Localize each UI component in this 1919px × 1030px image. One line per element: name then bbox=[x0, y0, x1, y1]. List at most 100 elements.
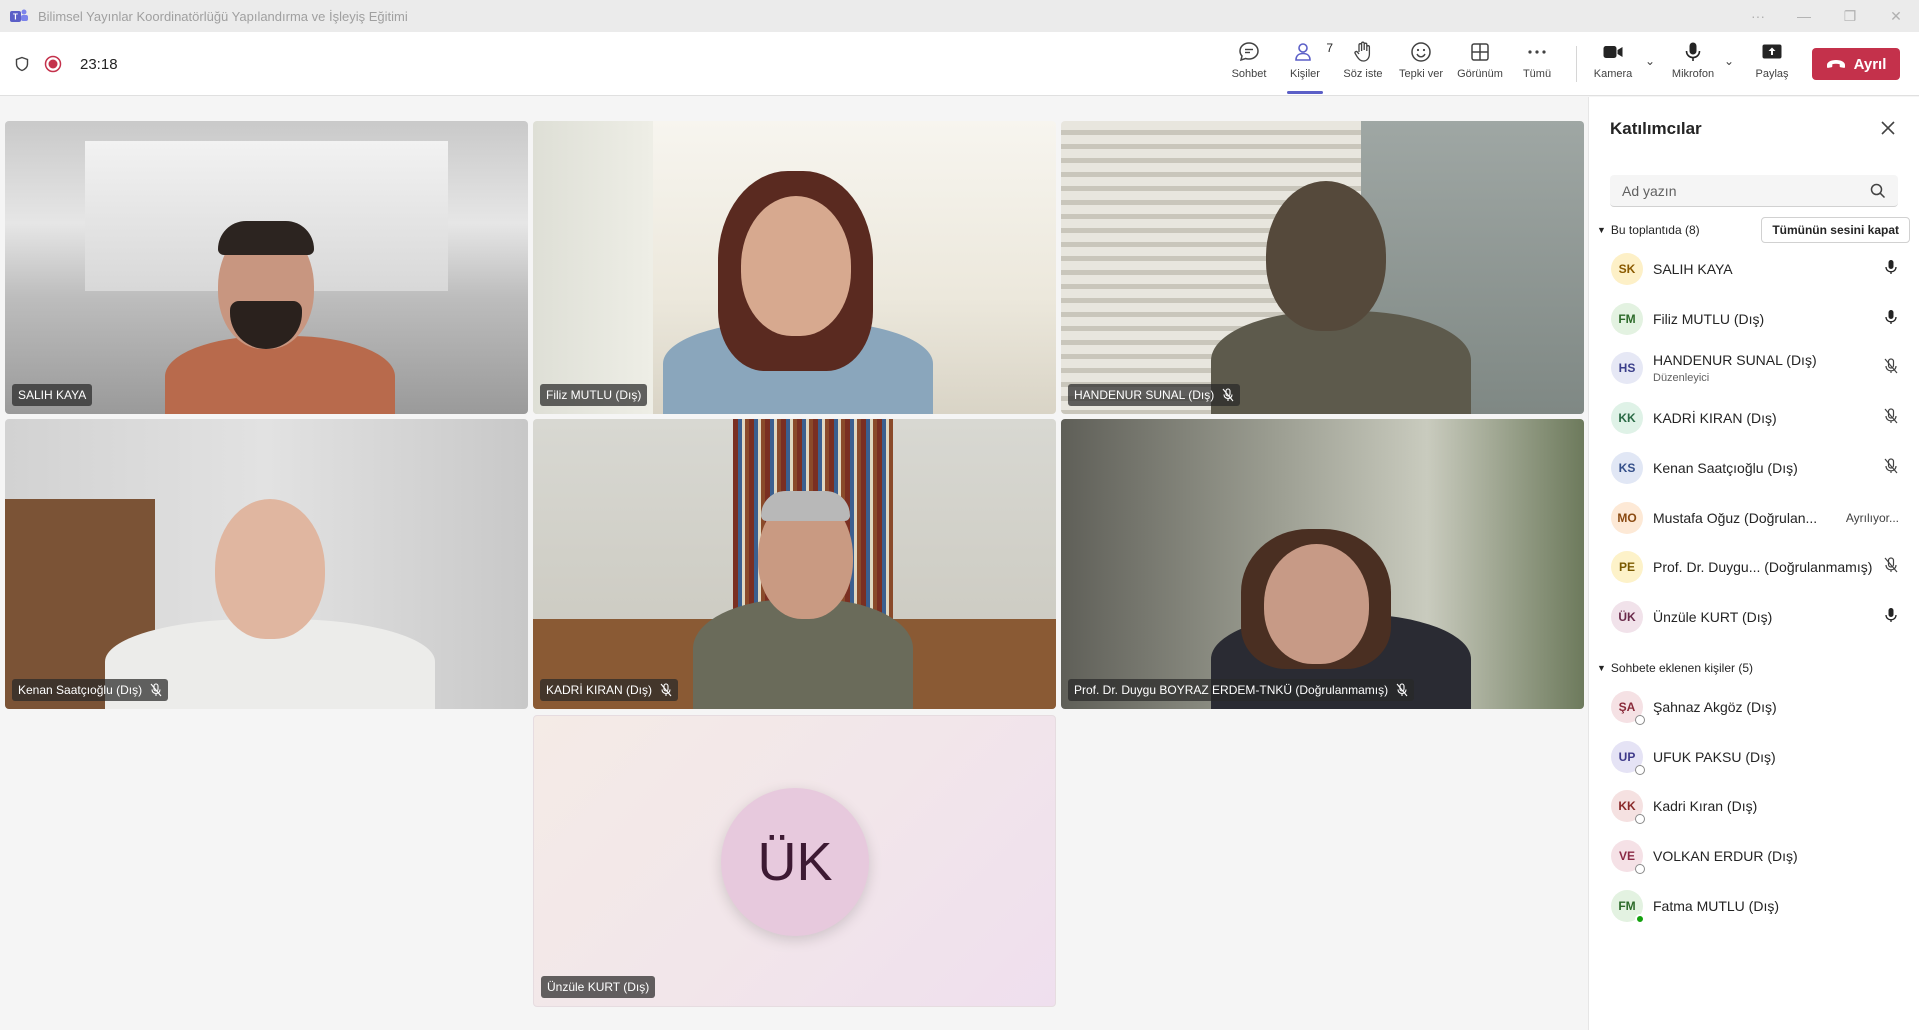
participant-row[interactable]: SK SALIH KAYA bbox=[1589, 247, 1919, 291]
toolbar-separator bbox=[1576, 46, 1577, 82]
raise-hand-icon bbox=[1354, 41, 1371, 62]
participant-row[interactable]: ŞA Şahnaz Akgöz (Dış) bbox=[1589, 685, 1919, 729]
participant-name: Ünzüle KURT (Dış) bbox=[547, 980, 650, 994]
grid-view-icon bbox=[1471, 43, 1489, 61]
view-button[interactable]: Görünüm bbox=[1455, 40, 1505, 90]
svg-text:T: T bbox=[13, 13, 18, 22]
minimize-button[interactable]: — bbox=[1781, 0, 1827, 32]
presence-status-icon bbox=[1635, 715, 1645, 725]
participant-name-tag: Filiz MUTLU (Dış) bbox=[540, 384, 648, 406]
microphone-label: Mikrofon bbox=[1671, 68, 1715, 80]
participant-row[interactable]: HS HANDENUR SUNAL (Dış) Düzenleyici bbox=[1589, 346, 1919, 390]
chat-label: Sohbet bbox=[1231, 68, 1267, 80]
participant-name: Mustafa Oğuz (Doğrulan... bbox=[1653, 509, 1818, 526]
view-label: Görünüm bbox=[1457, 68, 1503, 80]
participant-name: Kenan Saatçıoğlu (Dış) bbox=[18, 683, 143, 697]
participant-name: UFUK PAKSU (Dış) bbox=[1653, 748, 1776, 765]
people-label: Kişiler bbox=[1290, 68, 1320, 80]
participant-avatar: KS bbox=[1611, 451, 1643, 484]
close-window-button[interactable]: ✕ bbox=[1873, 0, 1919, 32]
participant-name: Filiz MUTLU (Dış) bbox=[1653, 310, 1765, 327]
microphone-icon bbox=[1884, 259, 1898, 280]
in-meeting-section-header[interactable]: ▼ Bu toplantıda (8) bbox=[1597, 223, 1700, 237]
participant-row[interactable]: FM Fatma MUTLU (Dış) bbox=[1589, 884, 1919, 928]
raise-hand-button[interactable]: Söz iste bbox=[1340, 40, 1386, 90]
video-tile[interactable]: Kenan Saatçıoğlu (Dış) bbox=[5, 419, 528, 709]
people-button[interactable]: 7 Kişiler bbox=[1283, 40, 1333, 94]
leave-label: Ayrıl bbox=[1853, 55, 1887, 73]
chat-icon bbox=[1239, 42, 1259, 62]
presence-status-icon bbox=[1635, 814, 1645, 825]
microphone-button[interactable]: Mikrofon bbox=[1667, 40, 1719, 90]
participant-name: HANDENUR SUNAL (Dış) bbox=[1653, 352, 1817, 369]
title-bar: T Bilimsel Yayınlar Koordinatörlüğü Yapı… bbox=[0, 0, 1919, 32]
video-tile[interactable]: KADRİ KIRAN (Dış) bbox=[533, 419, 1056, 709]
participant-role: Düzenleyici bbox=[1653, 372, 1710, 385]
teams-logo-icon: T bbox=[10, 9, 28, 22]
participant-name: KADRİ KIRAN (Dış) bbox=[546, 683, 653, 697]
participant-avatar: ÜK bbox=[721, 788, 869, 936]
participant-name: Şahnaz Akgöz (Dış) bbox=[1653, 699, 1777, 715]
participant-row[interactable]: ÜK Ünzüle KURT (Dış) bbox=[1589, 595, 1919, 639]
more-label: Tümü bbox=[1522, 68, 1552, 80]
muted-mic-icon bbox=[150, 683, 162, 697]
teams-meeting-window: T Bilimsel Yayınlar Koordinatörlüğü Yapı… bbox=[0, 0, 1919, 1030]
more-actions-button[interactable]: Tümü bbox=[1517, 40, 1557, 90]
muted-mic-icon bbox=[1884, 458, 1898, 479]
participant-name: HANDENUR SUNAL (Dış) bbox=[1074, 388, 1215, 402]
participant-search bbox=[1610, 175, 1898, 207]
close-icon[interactable] bbox=[1879, 119, 1897, 137]
participant-row[interactable]: KK Kadri Kıran (Dış) bbox=[1589, 784, 1919, 828]
participant-name: Kenan Saatçıoğlu (Dış) bbox=[1653, 459, 1798, 476]
panel-title: Katılımcılar bbox=[1610, 119, 1702, 138]
more-options-icon[interactable]: ··· bbox=[1735, 0, 1781, 32]
react-button[interactable]: Tepki ver bbox=[1397, 40, 1445, 90]
more-dots-icon bbox=[1528, 50, 1546, 54]
participant-row[interactable]: UP UFUK PAKSU (Dış) bbox=[1589, 735, 1919, 779]
search-input[interactable] bbox=[1622, 182, 1862, 199]
share-button[interactable]: Paylaş bbox=[1751, 40, 1793, 90]
participant-name: SALIH KAYA bbox=[1653, 261, 1733, 277]
participant-row[interactable]: FM Filiz MUTLU (Dış) bbox=[1589, 297, 1919, 341]
participant-avatar: SK bbox=[1611, 253, 1643, 285]
meeting-toolbar: 23:18 Sohbet 7 Kişiler Söz iste Tepki ve… bbox=[0, 32, 1919, 96]
muted-mic-icon bbox=[1884, 358, 1898, 379]
camera-options-chevron-icon[interactable]: ⌄ bbox=[1645, 54, 1655, 68]
video-tile[interactable]: Filiz MUTLU (Dış) bbox=[533, 121, 1056, 414]
participant-row[interactable]: MO Mustafa Oğuz (Doğrulan... Ayrılıyor... bbox=[1589, 496, 1919, 540]
video-tile[interactable]: ÜK Ünzüle KURT (Dış) bbox=[533, 715, 1056, 1007]
camera-button[interactable]: Kamera bbox=[1590, 40, 1636, 90]
participant-row[interactable]: VE VOLKAN ERDUR (Dış) bbox=[1589, 834, 1919, 878]
video-tile[interactable]: SALIH KAYA bbox=[5, 121, 528, 414]
muted-mic-icon bbox=[660, 683, 672, 697]
participant-name-tag: Prof. Dr. Duygu BOYRAZ ERDEM-TNKÜ (Doğru… bbox=[1068, 679, 1415, 701]
camera-label: Kamera bbox=[1593, 68, 1633, 80]
presence-status-icon bbox=[1635, 864, 1645, 875]
chat-button[interactable]: Sohbet bbox=[1227, 40, 1271, 90]
microphone-options-chevron-icon[interactable]: ⌄ bbox=[1724, 54, 1734, 68]
hang-up-icon bbox=[1826, 60, 1845, 68]
caret-down-icon: ▼ bbox=[1597, 225, 1606, 235]
presence-status-icon bbox=[1635, 913, 1645, 924]
participant-avatar: HS bbox=[1611, 352, 1643, 385]
participant-name: VOLKAN ERDUR (Dış) bbox=[1653, 848, 1798, 865]
participant-row[interactable]: KK KADRİ KIRAN (Dış) bbox=[1589, 396, 1919, 440]
leave-button[interactable]: Ayrıl bbox=[1812, 48, 1900, 80]
chat-added-label: Sohbete eklenen kişiler (5) bbox=[1610, 661, 1753, 675]
recording-indicator-icon bbox=[44, 55, 62, 73]
participant-row[interactable]: PE Prof. Dr. Duygu... (Doğrulanmamış) bbox=[1589, 545, 1919, 589]
maximize-button[interactable]: ❐ bbox=[1827, 0, 1873, 32]
presence-status-icon bbox=[1635, 764, 1645, 775]
participant-name: Ünzüle KURT (Dış) bbox=[1653, 608, 1773, 625]
shield-icon[interactable] bbox=[14, 56, 30, 72]
microphone-icon bbox=[1685, 42, 1701, 61]
caret-down-icon: ▼ bbox=[1597, 663, 1606, 673]
share-label: Paylaş bbox=[1755, 68, 1789, 80]
mute-all-button[interactable]: Tümünün sesini kapat bbox=[1761, 217, 1910, 243]
video-tile[interactable]: HANDENUR SUNAL (Dış) bbox=[1061, 121, 1584, 414]
participant-row[interactable]: KS Kenan Saatçıoğlu (Dış) bbox=[1589, 446, 1919, 490]
video-tile[interactable]: Prof. Dr. Duygu BOYRAZ ERDEM-TNKÜ (Doğru… bbox=[1061, 419, 1584, 709]
search-icon[interactable] bbox=[1870, 183, 1886, 199]
muted-mic-icon bbox=[1222, 388, 1234, 402]
chat-added-section-header[interactable]: ▼ Sohbete eklenen kişiler (5) bbox=[1597, 661, 1753, 675]
